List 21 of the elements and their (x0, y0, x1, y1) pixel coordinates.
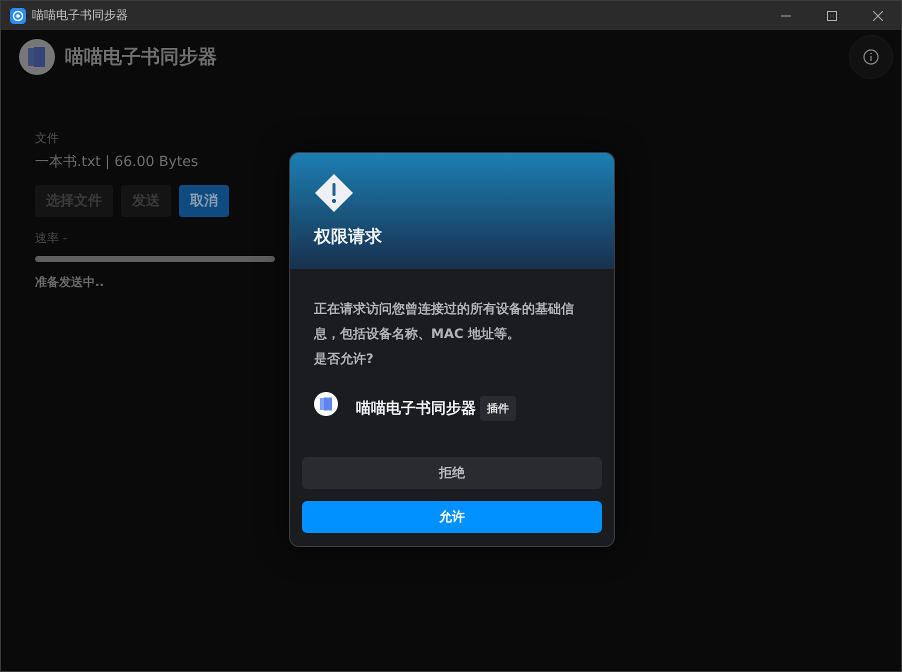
dialog-message: 正在请求访问您曾连接过的所有设备的基础信息，包括设备名称、MAC 地址等。 (314, 300, 575, 344)
info-button[interactable] (849, 35, 893, 79)
dialog-title: 权限请求 (314, 226, 383, 248)
allow-button[interactable]: 允许 (302, 501, 602, 533)
file-info: 一本书.txt | 66.00 Bytes (35, 153, 200, 171)
app-title: 喵喵电子书同步器 (65, 45, 217, 70)
plugin-badge: 插件 (480, 396, 516, 420)
rate-label: 速率 - (35, 230, 68, 247)
plugin-name: 喵喵电子书同步器 (356, 398, 476, 418)
close-icon (873, 10, 883, 20)
app-icon (10, 8, 26, 24)
status-text: 准备发送中.. (35, 274, 106, 291)
window-title: 喵喵电子书同步器 (32, 7, 128, 24)
book-icon (19, 39, 55, 75)
deny-button[interactable]: 拒绝 (302, 457, 602, 489)
warning-icon (314, 173, 354, 213)
transfer-button[interactable]: 取消 (179, 185, 229, 217)
maximize-icon (827, 10, 837, 20)
field-label: 文件 (35, 130, 60, 147)
dialog-question: 是否允许? (314, 351, 375, 369)
info-icon (863, 49, 879, 65)
